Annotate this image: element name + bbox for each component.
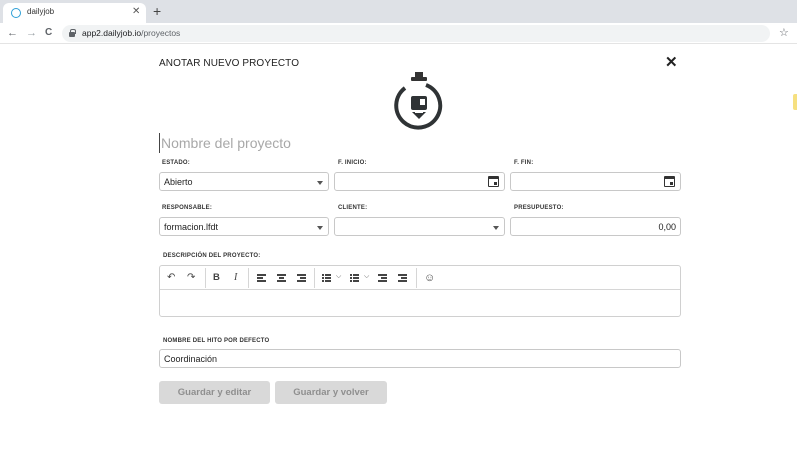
toolbar-divider: [205, 268, 206, 288]
redo-icon[interactable]: ↷: [187, 272, 195, 284]
descripcion-label: DESCRIPCIÓN DEL PROYECTO:: [163, 253, 261, 259]
bookmark-star-icon[interactable]: ☆: [779, 26, 789, 40]
fecha-inicio-label: F. INICIO:: [338, 160, 367, 166]
responsable-select[interactable]: formacion.lfdt: [159, 217, 329, 236]
bullet-list-icon[interactable]: [322, 274, 331, 282]
save-and-edit-button[interactable]: Guardar y editar: [159, 381, 270, 404]
url-text: app2.dailyjob.io/proyectos: [82, 28, 180, 38]
cliente-select[interactable]: [334, 217, 505, 236]
align-right-icon[interactable]: [297, 274, 306, 282]
chevron-down-icon[interactable]: ⌵: [364, 273, 369, 281]
dailyjob-favicon-icon: [11, 8, 21, 18]
tab-title: dailyjob: [27, 7, 55, 16]
toolbar-divider: [314, 268, 315, 288]
fecha-fin-field[interactable]: [510, 172, 681, 191]
responsable-value: formacion.lfdt: [164, 222, 219, 232]
align-left-icon[interactable]: [257, 274, 266, 282]
forward-icon[interactable]: →: [26, 26, 37, 40]
description-editor[interactable]: ↶ ↷ B I ⌵ ⌵ ☺: [159, 265, 681, 317]
outdent-icon[interactable]: [378, 274, 387, 282]
toolbar-divider: [248, 268, 249, 288]
emoji-icon[interactable]: ☺: [424, 272, 435, 284]
browser-toolbar: ← → C app2.dailyjob.io/proyectos ☆: [0, 23, 797, 44]
chevron-down-icon: [317, 226, 323, 230]
chevron-down-icon: [317, 181, 323, 185]
url-path: /proyectos: [141, 28, 181, 38]
numbered-list-icon[interactable]: [350, 274, 359, 282]
lock-icon: [69, 29, 76, 37]
project-marker-icon: [394, 72, 443, 130]
chevron-down-icon[interactable]: ⌵: [336, 273, 341, 281]
url-host: app2.dailyjob.io: [82, 28, 142, 38]
fecha-fin-label: F. FIN:: [514, 160, 534, 166]
calendar-icon[interactable]: [488, 176, 499, 187]
address-bar[interactable]: app2.dailyjob.io/proyectos: [62, 25, 770, 42]
browser-tab[interactable]: dailyjob ✕: [3, 3, 146, 23]
calendar-icon[interactable]: [664, 176, 675, 187]
editor-toolbar: ↶ ↷ B I ⌵ ⌵ ☺: [160, 266, 680, 290]
responsable-label: RESPONSABLE:: [162, 205, 213, 211]
save-and-back-button[interactable]: Guardar y volver: [275, 381, 387, 404]
align-center-icon[interactable]: [277, 274, 286, 282]
chevron-down-icon: [493, 226, 499, 230]
estado-label: ESTADO:: [162, 160, 190, 166]
toolbar-divider: [416, 268, 417, 288]
tab-close-icon[interactable]: ✕: [132, 6, 140, 18]
fecha-inicio-field[interactable]: [334, 172, 505, 191]
undo-icon[interactable]: ↶: [167, 272, 175, 284]
estado-select[interactable]: Abierto: [159, 172, 329, 191]
back-icon[interactable]: ←: [7, 26, 18, 40]
estado-value: Abierto: [164, 177, 193, 187]
page-edge-indicator: [793, 94, 797, 110]
cliente-label: CLIENTE:: [338, 205, 368, 211]
bold-icon[interactable]: B: [213, 272, 220, 284]
project-name-input[interactable]: [159, 133, 559, 153]
new-tab-button[interactable]: +: [153, 3, 161, 19]
indent-icon[interactable]: [398, 274, 407, 282]
close-icon[interactable]: ✕: [665, 55, 678, 71]
hito-input[interactable]: Coordinación: [159, 349, 681, 368]
browser-tab-strip: dailyjob ✕ +: [0, 0, 797, 23]
hito-label: NOMBRE DEL HITO POR DEFECTO: [163, 338, 270, 344]
presupuesto-label: PRESUPUESTO:: [514, 205, 564, 211]
italic-icon[interactable]: I: [234, 272, 237, 284]
modal-title: ANOTAR NUEVO PROYECTO: [159, 58, 300, 69]
reload-icon[interactable]: C: [45, 26, 52, 40]
presupuesto-input[interactable]: 0,00: [510, 217, 681, 236]
